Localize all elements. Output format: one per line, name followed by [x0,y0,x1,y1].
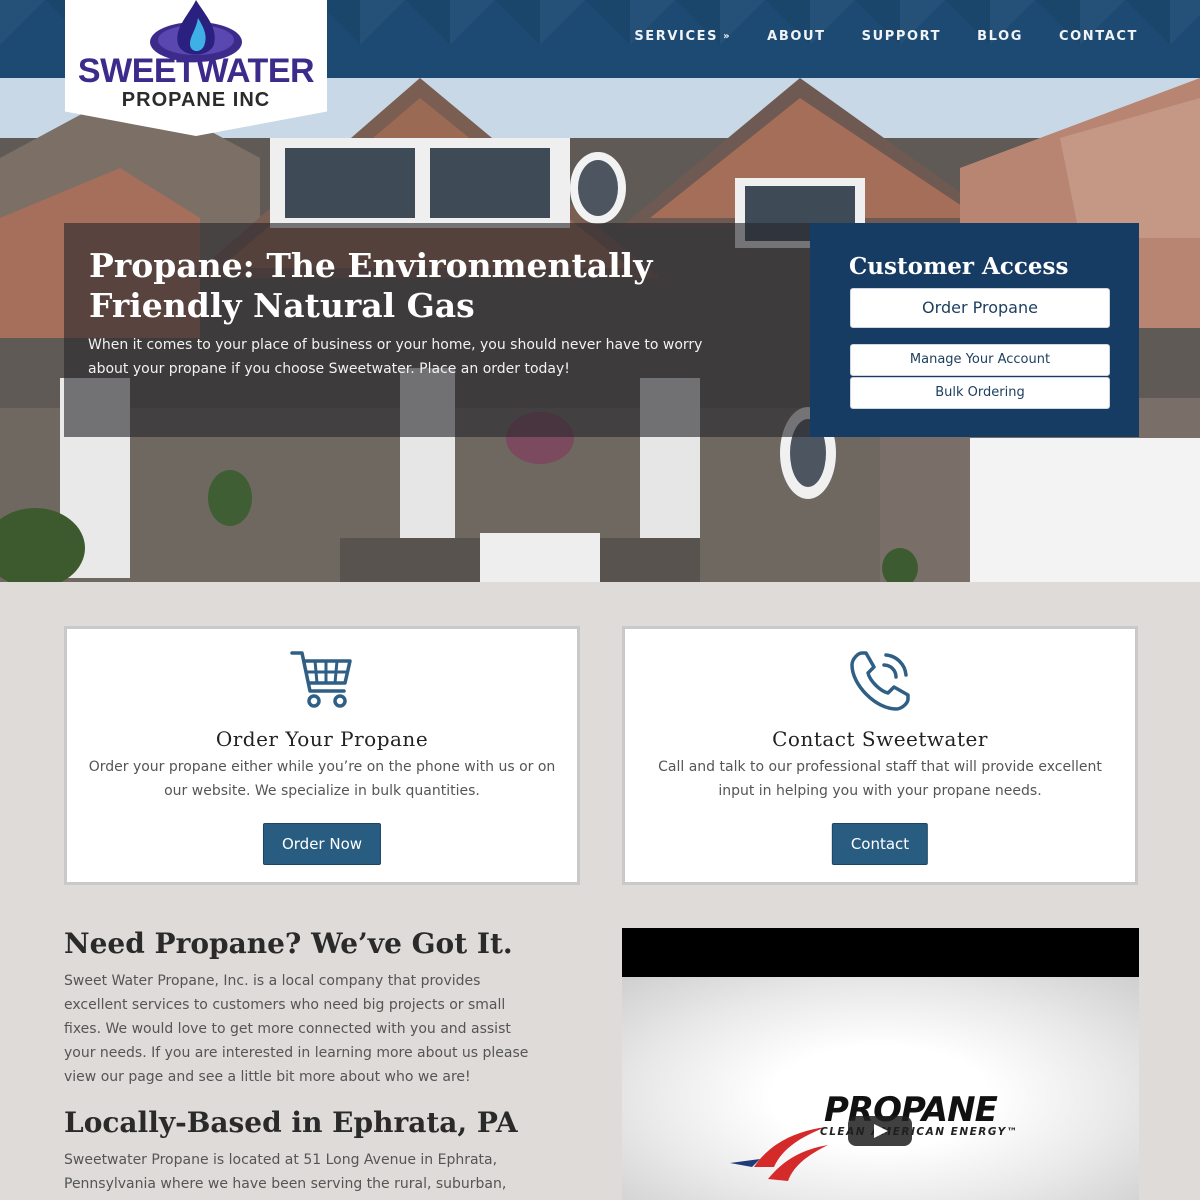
customer-access-panel: Customer Access Order Propane Manage You… [810,223,1139,437]
order-card-title: Order Your Propane [215,727,429,751]
nav-support[interactable]: SUPPORT [862,29,942,44]
nav-contact[interactable]: CONTACT [1059,29,1138,44]
nav-services[interactable]: SERVICES » [634,29,731,44]
video-screen [622,977,1139,1200]
logo-line-2: PROPANE INC [121,89,271,111]
main-nav: SERVICES » ABOUT SUPPORT BLOG CONTACT [634,0,1138,72]
need-propane-heading: Need Propane? We’ve Got It. [64,927,513,960]
nav-blog[interactable]: BLOG [977,29,1023,44]
order-card: Order Your Propane Order your propane ei… [64,626,580,885]
hero-title: Propane: The Environmentally Friendly Na… [89,246,653,325]
chevron-down-icon: » [723,30,732,42]
phone-icon [850,651,910,711]
hero-text: When it comes to your place of business … [88,337,703,377]
contact-card: Contact Sweetwater Call and talk to our … [622,626,1138,885]
need-propane-text: Sweet Water Propane, Inc. is a local com… [64,973,529,1085]
contact-card-text: Call and talk to our professional staff … [658,759,1102,799]
locally-based-text: Sweetwater Propane is located at 51 Long… [64,1152,507,1192]
shopping-cart-icon [290,651,352,708]
order-card-text: Order your propane either while you’re o… [88,759,556,799]
bulk-ordering-button[interactable]: Bulk Ordering [850,377,1110,409]
nav-services-label: SERVICES [634,28,719,44]
order-propane-button[interactable]: Order Propane [850,288,1110,328]
order-now-button[interactable]: Order Now [262,823,382,865]
customer-access-title: Customer Access [849,253,1069,280]
contact-button[interactable]: Contact [831,823,929,865]
site-logo[interactable]: SWEETWATER PROPANE INC [65,0,327,136]
nav-about[interactable]: ABOUT [767,29,825,44]
flag-swoosh-icon [730,1127,828,1181]
contact-card-title: Contact Sweetwater [772,727,988,751]
manage-account-button[interactable]: Manage Your Account [850,344,1110,376]
logo-line-1: SWEETWATER [77,52,315,90]
video-embed[interactable]: PROPANE CLEAN AMERICAN ENERGY™ [622,928,1139,1200]
hero-banner: Propane: The Environmentally Friendly Na… [0,78,1200,582]
locally-based-heading: Locally-Based in Ephrata, PA [64,1106,518,1139]
play-button[interactable] [848,1116,912,1146]
